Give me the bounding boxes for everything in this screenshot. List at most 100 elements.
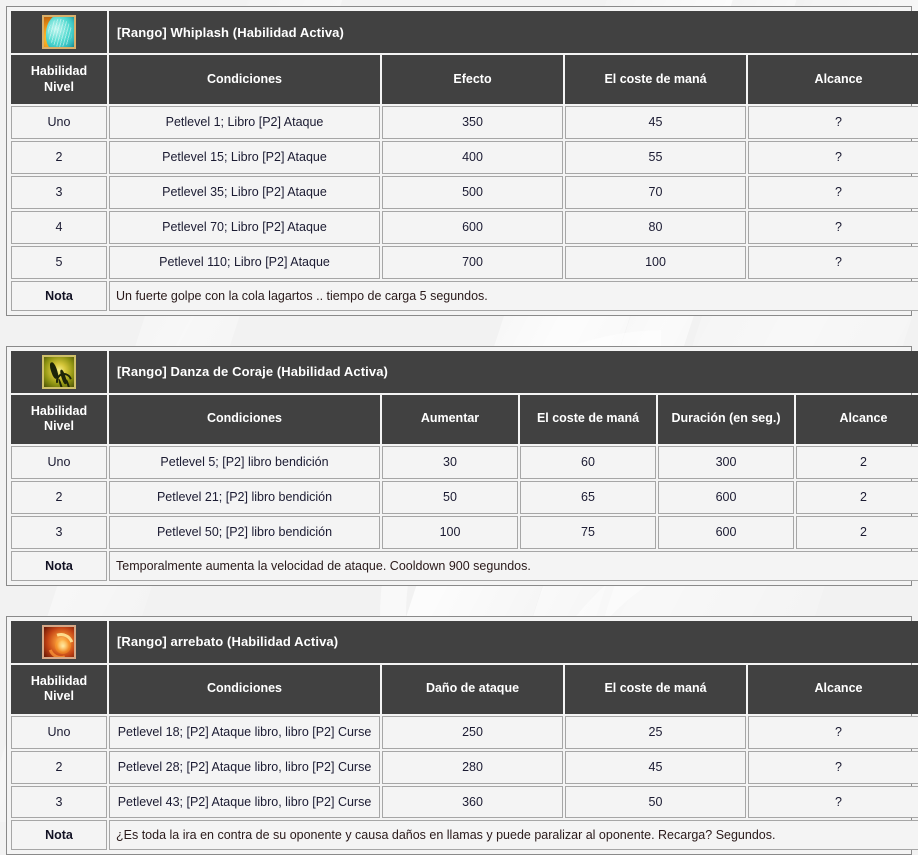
column-header-habilidad-nivel: Habilidad Nivel: [11, 665, 107, 714]
table-row: 2 Petlevel 28; [P2] Ataque libro, libro …: [11, 751, 918, 784]
cell-dano-de-ataque: 250: [382, 716, 563, 749]
column-header-coste-mana: El coste de maná: [565, 55, 746, 104]
cell-condiciones: Petlevel 21; [P2] libro bendición: [109, 481, 380, 514]
column-header-condiciones: Condiciones: [109, 395, 380, 444]
cell-coste-mana: 60: [520, 446, 656, 479]
column-header-efecto: Efecto: [382, 55, 563, 104]
column-header-alcance: Alcance: [796, 395, 918, 444]
column-header-coste-mana: El coste de maná: [565, 665, 746, 714]
cell-efecto: 600: [382, 211, 563, 244]
skill-table-whiplash: [Rango] Whiplash (Habilidad Activa) Habi…: [9, 9, 918, 313]
skill-header-row: [Rango] Whiplash (Habilidad Activa): [11, 11, 918, 53]
column-header-row: Habilidad Nivel Condiciones Efecto El co…: [11, 55, 918, 104]
cell-alcance: 2: [796, 516, 918, 549]
skill-table-danza-de-coraje: [Rango] Danza de Coraje (Habilidad Activ…: [9, 349, 918, 583]
cell-alcance: ?: [748, 786, 918, 819]
cell-aumentar: 100: [382, 516, 518, 549]
cell-alcance: ?: [748, 141, 918, 174]
column-header-line-2: Nivel: [44, 419, 74, 433]
cell-coste-mana: 55: [565, 141, 746, 174]
cell-condiciones: Petlevel 18; [P2] Ataque libro, libro [P…: [109, 716, 380, 749]
table-row: Uno Petlevel 5; [P2] libro bendición 30 …: [11, 446, 918, 479]
cell-coste-mana: 75: [520, 516, 656, 549]
cell-nivel: 2: [11, 481, 107, 514]
table-row: 2 Petlevel 15; Libro [P2] Ataque 400 55 …: [11, 141, 918, 174]
cell-coste-mana: 70: [565, 176, 746, 209]
cell-dano-de-ataque: 280: [382, 751, 563, 784]
skill-icon-cell: [11, 351, 107, 393]
lizard-dance-skill-icon: [42, 355, 76, 389]
cell-coste-mana: 65: [520, 481, 656, 514]
cell-efecto: 350: [382, 106, 563, 139]
column-header-condiciones: Condiciones: [109, 55, 380, 104]
column-header-row: Habilidad Nivel Condiciones Aumentar El …: [11, 395, 918, 444]
skill-block-danza-de-coraje: [Rango] Danza de Coraje (Habilidad Activ…: [6, 346, 912, 586]
cell-nivel: Uno: [11, 446, 107, 479]
cell-alcance: ?: [748, 751, 918, 784]
skill-header-row: [Rango] arrebato (Habilidad Activa): [11, 621, 918, 663]
cell-aumentar: 50: [382, 481, 518, 514]
cell-condiciones: Petlevel 50; [P2] libro bendición: [109, 516, 380, 549]
column-header-habilidad-nivel: Habilidad Nivel: [11, 395, 107, 444]
table-row: Uno Petlevel 1; Libro [P2] Ataque 350 45…: [11, 106, 918, 139]
cell-condiciones: Petlevel 70; Libro [P2] Ataque: [109, 211, 380, 244]
cell-nivel: Uno: [11, 716, 107, 749]
cell-aumentar: 30: [382, 446, 518, 479]
note-text: ¿Es toda la ira en contra de su oponente…: [109, 820, 918, 850]
table-row: 3 Petlevel 35; Libro [P2] Ataque 500 70 …: [11, 176, 918, 209]
cell-coste-mana: 80: [565, 211, 746, 244]
table-row: Uno Petlevel 18; [P2] Ataque libro, libr…: [11, 716, 918, 749]
cell-efecto: 500: [382, 176, 563, 209]
skill-table-arrebato: [Rango] arrebato (Habilidad Activa) Habi…: [9, 619, 918, 853]
column-header-row: Habilidad Nivel Condiciones Daño de ataq…: [11, 665, 918, 714]
cell-condiciones: Petlevel 15; Libro [P2] Ataque: [109, 141, 380, 174]
column-header-condiciones: Condiciones: [109, 665, 380, 714]
cell-coste-mana: 45: [565, 751, 746, 784]
skill-icon-cell: [11, 11, 107, 53]
cell-alcance: ?: [748, 246, 918, 279]
cell-alcance: ?: [748, 176, 918, 209]
cell-nivel: 3: [11, 516, 107, 549]
cell-nivel: 2: [11, 751, 107, 784]
cell-efecto: 700: [382, 246, 563, 279]
cell-condiciones: Petlevel 1; Libro [P2] Ataque: [109, 106, 380, 139]
column-header-aumentar: Aumentar: [382, 395, 518, 444]
cell-nivel: 3: [11, 176, 107, 209]
note-text: Un fuerte golpe con la cola lagartos .. …: [109, 281, 918, 311]
cell-nivel: 5: [11, 246, 107, 279]
cell-nivel: 2: [11, 141, 107, 174]
cell-condiciones: Petlevel 28; [P2] Ataque libro, libro [P…: [109, 751, 380, 784]
note-label: Nota: [11, 820, 107, 850]
column-header-duracion: Duración (en seg.): [658, 395, 794, 444]
skill-block-whiplash: [Rango] Whiplash (Habilidad Activa) Habi…: [6, 6, 912, 316]
column-header-habilidad-nivel: Habilidad Nivel: [11, 55, 107, 104]
note-row: Nota Un fuerte golpe con la cola lagarto…: [11, 281, 918, 311]
table-row: 3 Petlevel 50; [P2] libro bendición 100 …: [11, 516, 918, 549]
cell-coste-mana: 45: [565, 106, 746, 139]
cell-duracion: 300: [658, 446, 794, 479]
cell-alcance: 2: [796, 481, 918, 514]
cell-dano-de-ataque: 360: [382, 786, 563, 819]
note-row: Nota Temporalmente aumenta la velocidad …: [11, 551, 918, 581]
cell-condiciones: Petlevel 43; [P2] Ataque libro, libro [P…: [109, 786, 380, 819]
note-text: Temporalmente aumenta la velocidad de at…: [109, 551, 918, 581]
cell-coste-mana: 25: [565, 716, 746, 749]
table-row: 5 Petlevel 110; Libro [P2] Ataque 700 10…: [11, 246, 918, 279]
skill-header-row: [Rango] Danza de Coraje (Habilidad Activ…: [11, 351, 918, 393]
cell-duracion: 600: [658, 481, 794, 514]
column-header-dano-de-ataque: Daño de ataque: [382, 665, 563, 714]
table-row: 2 Petlevel 21; [P2] libro bendición 50 6…: [11, 481, 918, 514]
skill-tables-page: [Rango] Whiplash (Habilidad Activa) Habi…: [0, 0, 918, 855]
table-row: 3 Petlevel 43; [P2] Ataque libro, libro …: [11, 786, 918, 819]
skill-block-arrebato: [Rango] arrebato (Habilidad Activa) Habi…: [6, 616, 912, 855]
note-label: Nota: [11, 551, 107, 581]
skill-title: [Rango] Whiplash (Habilidad Activa): [109, 11, 918, 53]
rage-fire-skill-icon: [42, 625, 76, 659]
cell-condiciones: Petlevel 35; Libro [P2] Ataque: [109, 176, 380, 209]
column-header-line-2: Nivel: [44, 689, 74, 703]
cell-duracion: 600: [658, 516, 794, 549]
cell-coste-mana: 50: [565, 786, 746, 819]
skill-title: [Rango] arrebato (Habilidad Activa): [109, 621, 918, 663]
cell-condiciones: Petlevel 5; [P2] libro bendición: [109, 446, 380, 479]
note-row: Nota ¿Es toda la ira en contra de su opo…: [11, 820, 918, 850]
